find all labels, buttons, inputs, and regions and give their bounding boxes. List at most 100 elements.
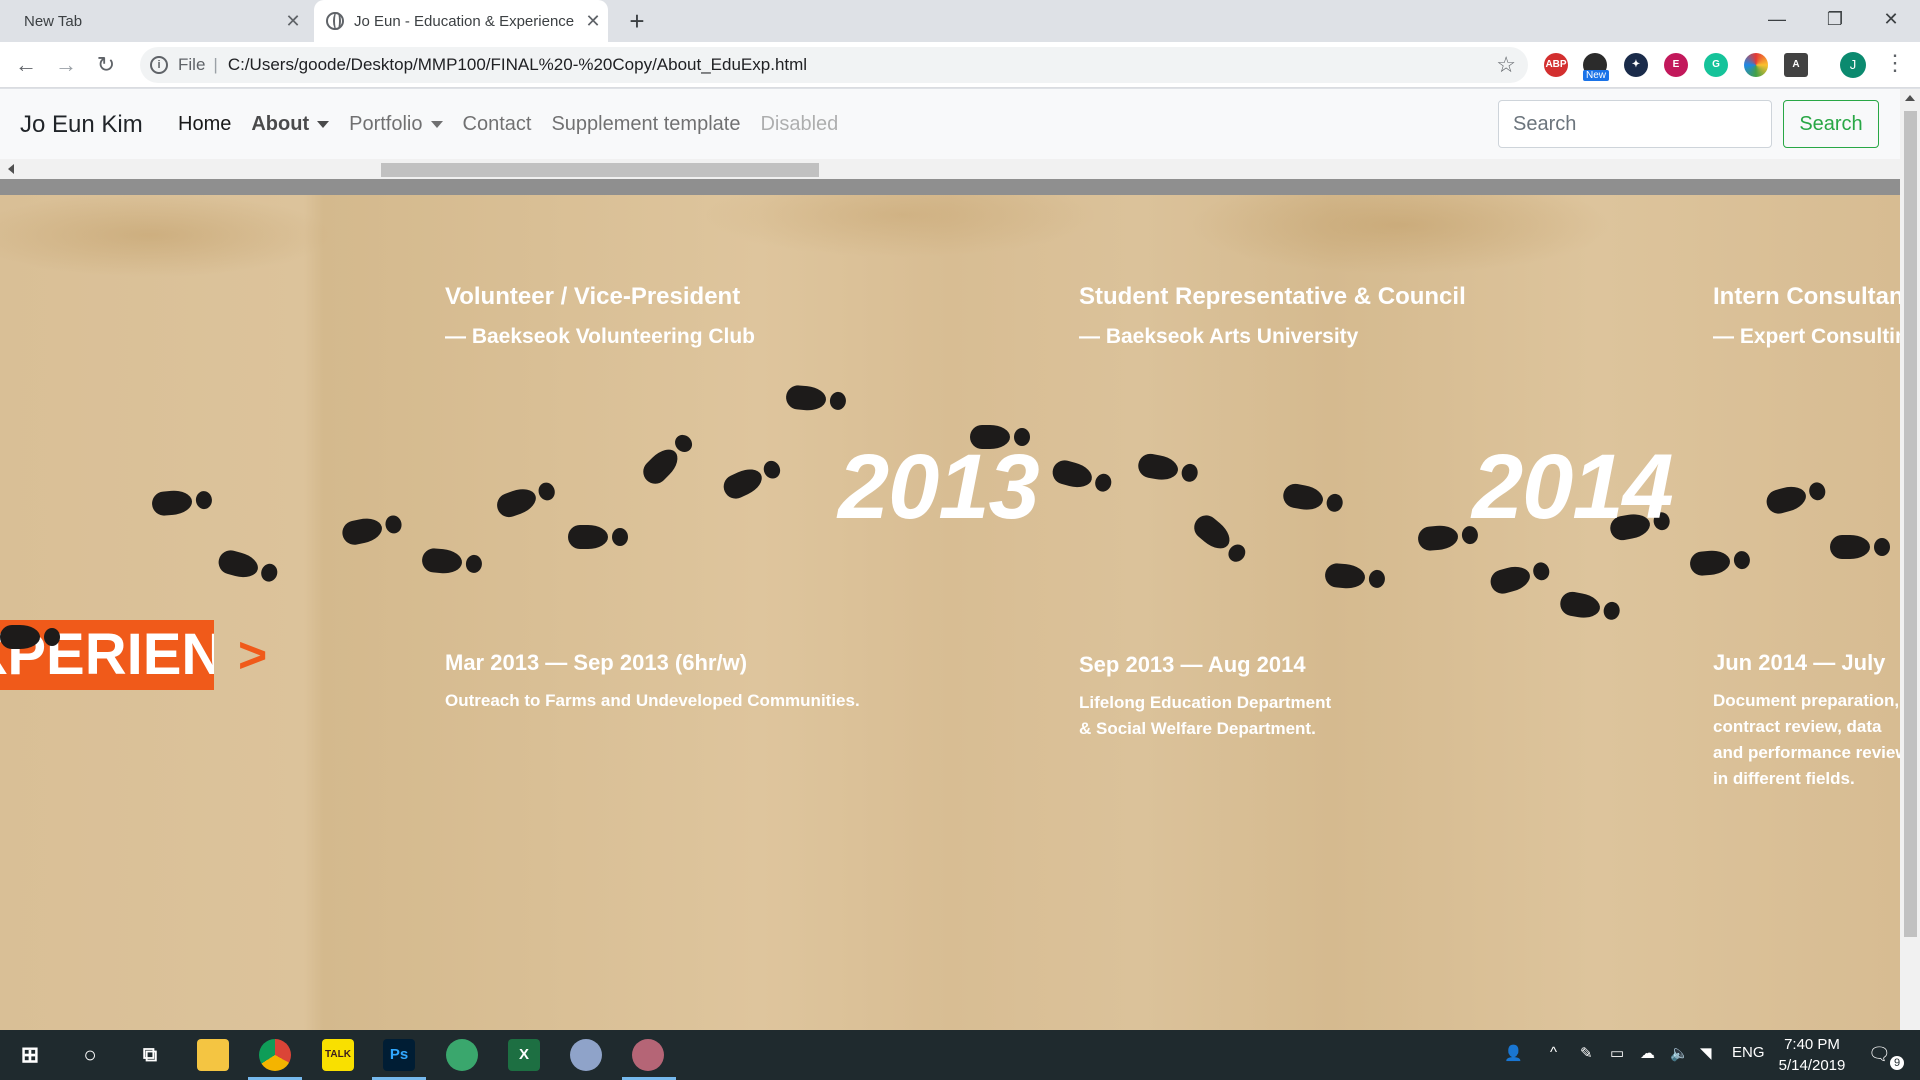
timeline-section: EXPERIENCE > 2013 2014 Volunteer / Vice-… (0, 195, 1900, 1030)
footprint-mark (215, 547, 280, 587)
footprint-sole (719, 463, 767, 503)
footprint-sole (421, 547, 464, 575)
nav-about[interactable]: About (251, 113, 330, 136)
pen-icon[interactable]: ✎ (1580, 1044, 1593, 1062)
people-icon[interactable]: 👤 (1504, 1044, 1523, 1062)
forward-arrow-icon[interactable]: → (50, 49, 82, 81)
grammarly-extension-icon[interactable]: G (1704, 53, 1728, 77)
search-button[interactable]: Search (1783, 100, 1879, 148)
entry-description: Lifelong Education Department & Social W… (1079, 690, 1479, 742)
window-close-icon[interactable]: ✕ (1862, 0, 1920, 38)
new-tab-button[interactable]: + (622, 6, 652, 36)
battery-icon[interactable]: ▭ (1610, 1044, 1624, 1062)
kakaotalk-icon[interactable]: TALK (322, 1039, 354, 1071)
scroll-up-arrow-icon[interactable] (1905, 95, 1915, 101)
footprint-mark (1487, 558, 1552, 597)
reload-icon[interactable]: ↻ (90, 49, 122, 81)
nav-supplement-template[interactable]: Supplement template (551, 113, 740, 136)
back-arrow-icon[interactable]: ← (10, 49, 42, 81)
footprint-mark (340, 511, 404, 547)
entry-date: Jun 2014 — July (1713, 650, 1886, 675)
footprint-mark (1417, 522, 1479, 552)
scroll-left-arrow-icon[interactable] (8, 164, 14, 174)
green-app-icon[interactable] (446, 1039, 478, 1071)
footprint-heel (1874, 538, 1890, 556)
photoshop-icon[interactable]: Ps (383, 1039, 415, 1071)
vertical-scroll-thumb[interactable] (1904, 111, 1917, 937)
entry-organization: — Expert Consulting (1713, 325, 1900, 348)
palette-app-icon[interactable] (632, 1039, 664, 1071)
footprint-mark (1763, 478, 1828, 517)
entry-description-line: Document preparation, (1713, 691, 1900, 710)
entry-description-line: Outreach to Farms and Undeveloped Commun… (445, 691, 860, 710)
footprint-mark (1830, 535, 1890, 559)
footprint-sole (0, 625, 40, 649)
tab-close-icon[interactable]: ✕ (578, 11, 608, 32)
footprint-sole (215, 547, 261, 582)
windows-start-icon[interactable]: ⊞ (14, 1039, 46, 1071)
profile-avatar[interactable]: J (1840, 52, 1866, 78)
address-scheme: File (178, 55, 206, 74)
browser-toolbar: ← → ↻ i File | C:/Users/goode/Desktop/MM… (0, 42, 1920, 88)
search-input[interactable]: Search (1498, 100, 1772, 148)
address-bar[interactable]: i File | C:/Users/goode/Desktop/MMP100/F… (140, 47, 1528, 83)
font-extension-icon[interactable]: A (1784, 53, 1808, 77)
adblock-extension-icon[interactable]: ABP (1544, 53, 1568, 77)
language-indicator[interactable]: ENG (1732, 1044, 1765, 1061)
volume-icon[interactable]: 🔈 (1670, 1044, 1689, 1062)
cortana-search-icon[interactable]: ○ (74, 1039, 106, 1071)
footprint-heel (1807, 480, 1828, 503)
nav-about-label: About (251, 113, 310, 135)
footprint-sole (1558, 589, 1602, 621)
banner-arrow: > (238, 627, 268, 683)
show-hidden-icons-chevron-icon[interactable]: ^ (1550, 1044, 1557, 1061)
onedrive-cloud-icon[interactable]: ☁ (1640, 1044, 1655, 1062)
nav-contact[interactable]: Contact (463, 113, 532, 136)
nav-home[interactable]: Home (178, 113, 231, 136)
chrome-icon[interactable] (259, 1039, 291, 1071)
file-explorer-icon[interactable] (197, 1039, 229, 1071)
footprint-mark (719, 455, 785, 503)
horizontal-scroll-thumb[interactable] (381, 163, 819, 177)
footprint-sole (1417, 524, 1460, 552)
more-menu-icon[interactable]: ⋮ (1884, 50, 1906, 76)
compass-extension-icon[interactable]: ✦ (1624, 53, 1648, 77)
address-url: C:/Users/goode/Desktop/MMP100/FINAL%20-%… (227, 55, 808, 74)
footprint-mark (1189, 510, 1250, 568)
color-wheel-extension-icon[interactable] (1744, 53, 1768, 77)
bookmark-star-icon[interactable]: ☆ (1496, 52, 1516, 78)
system-clock[interactable]: 7:40 PM 5/14/2019 (1772, 1034, 1852, 1076)
footprint-heel (536, 480, 558, 503)
footprint-heel (1531, 560, 1552, 583)
excel-icon[interactable]: X (508, 1039, 540, 1071)
year-label: 2014 (1472, 436, 1674, 538)
site-brand[interactable]: Jo Eun Kim (20, 111, 143, 139)
footprint-mark (1049, 457, 1114, 497)
tab-new-tab[interactable]: New Tab ✕ (0, 0, 308, 42)
restore-icon[interactable]: ❐ (1806, 0, 1864, 38)
footprint-sole (340, 515, 385, 547)
info-icon[interactable]: i (150, 56, 168, 74)
footprint-mark (568, 525, 628, 549)
footprint-mark (785, 384, 847, 413)
nav-portfolio-label: Portfolio (349, 113, 423, 135)
tab-title: Jo Eun - Education & Experience (354, 12, 575, 30)
footprint-sole (1281, 481, 1325, 513)
horizontal-scrollbar[interactable] (0, 159, 1900, 179)
wifi-icon[interactable]: ◥ (1700, 1044, 1712, 1062)
footprint-sole (151, 489, 194, 517)
entry-title: Intern Consultant (1713, 283, 1900, 310)
page-viewport: Jo Eun Kim Home About Portfolio Contact … (0, 89, 1920, 1030)
nav-disabled: Disabled (760, 113, 839, 135)
footprint-sole (493, 484, 540, 521)
task-view-icon[interactable]: ⧉ (134, 1039, 166, 1071)
e-extension-icon[interactable]: E (1664, 53, 1688, 77)
tab-education-experience[interactable]: Jo Eun - Education & Experience ✕ (314, 0, 608, 42)
paint-icon[interactable] (570, 1039, 602, 1071)
minimize-icon[interactable]: — (1748, 0, 1806, 38)
nav-portfolio[interactable]: Portfolio (349, 113, 443, 136)
vertical-scrollbar[interactable] (1900, 89, 1920, 1030)
footprint-heel (1325, 492, 1345, 514)
tab-close-icon[interactable]: ✕ (278, 11, 308, 32)
notifications-icon[interactable]: 🗨 (1868, 1044, 1891, 1065)
